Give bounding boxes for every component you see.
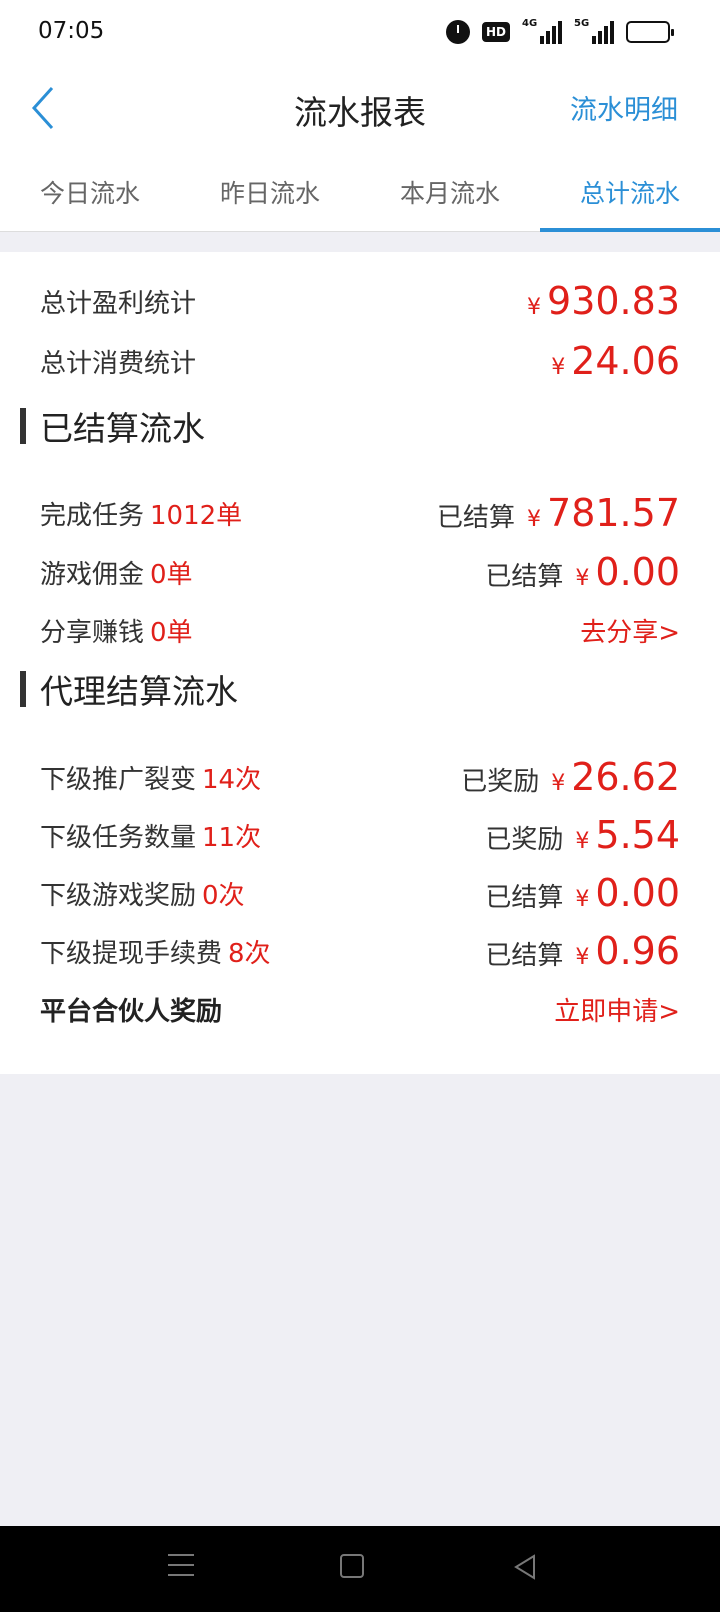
yen-symbol: ¥ — [551, 355, 566, 380]
row-label-text: 下级提现手续费 — [40, 938, 223, 969]
partner-label: 平台合伙人奖励 — [40, 996, 223, 1027]
row-amount: 0.00 — [595, 550, 680, 594]
row-label: 完成任务 1012单 — [40, 495, 242, 532]
tab-today[interactable]: 今日流水 — [0, 150, 180, 231]
list-item: 分享赚钱 0单 去分享> — [40, 605, 680, 655]
tab-bar: 今日流水 昨日流水 本月流水 总计流水 — [0, 150, 720, 232]
header-bar: 流水报表 流水明细 — [0, 66, 720, 150]
share-link[interactable]: 去分享> — [580, 612, 680, 649]
profit-row: 总计盈利统计 ¥ 930.83 — [40, 276, 680, 326]
home-icon[interactable] — [340, 1554, 364, 1578]
tab-this-month[interactable]: 本月流水 — [360, 150, 540, 231]
yen-symbol: ¥ — [575, 945, 590, 970]
row-status: 已结算 — [485, 562, 564, 592]
profit-amount: 930.83 — [547, 279, 680, 323]
section-marker — [20, 408, 26, 444]
report-card: 总计盈利统计 ¥ 930.83 总计消费统计 ¥ 24.06 已结算流水 完成任… — [0, 252, 720, 1074]
row-label-text: 下级任务数量 — [40, 822, 197, 853]
yen-symbol: ¥ — [575, 566, 590, 591]
apply-now-link[interactable]: 立即申请> — [554, 991, 680, 1028]
row-label-text: 完成任务 — [40, 500, 145, 531]
row-amount: 0.96 — [595, 929, 680, 973]
settled-title: 已结算流水 — [40, 409, 205, 448]
row-label-text: 分享赚钱 — [40, 617, 145, 648]
battery-icon — [626, 21, 674, 43]
row-count: 0单 — [150, 617, 193, 648]
row-label: 分享赚钱 0单 — [40, 612, 193, 649]
alarm-icon — [445, 20, 470, 44]
signal-5g-label: 5G — [574, 18, 590, 29]
list-item: 完成任务 1012单 已结算 ¥ 781.57 — [40, 488, 680, 538]
settled-section-title: 已结算流水 — [20, 405, 205, 448]
row-label: 游戏佣金 0单 — [40, 554, 193, 591]
consume-label: 总计消费统计 — [40, 348, 197, 379]
list-item: 下级游戏奖励 0次 已结算 ¥ 0.00 — [40, 868, 680, 918]
list-item: 下级任务数量 11次 已奖励 ¥ 5.54 — [40, 810, 680, 860]
tab-yesterday[interactable]: 昨日流水 — [180, 150, 360, 231]
system-nav-bar — [0, 1526, 720, 1612]
signal-5g-icon: 5G — [574, 18, 614, 44]
row-amount: 5.54 — [595, 813, 680, 857]
row-count: 8次 — [228, 938, 271, 969]
section-marker — [20, 671, 26, 707]
row-count: 1012单 — [150, 500, 243, 531]
signal-4g-label: 4G — [522, 18, 538, 29]
status-icons: HD 4G 5G — [445, 18, 674, 44]
row-status: 已结算 — [485, 883, 564, 913]
row-amount: 26.62 — [571, 755, 680, 799]
consume-amount: 24.06 — [571, 339, 680, 383]
hd-icon: HD — [481, 22, 510, 42]
row-label: 下级游戏奖励 0次 — [40, 875, 245, 912]
row-status: 已结算 — [437, 503, 516, 533]
row-amount: 0.00 — [595, 871, 680, 915]
status-bar: 07:05 HD 4G 5G — [0, 0, 720, 66]
list-item: 下级提现手续费 8次 已结算 ¥ 0.96 — [40, 926, 680, 976]
row-label: 下级任务数量 11次 — [40, 817, 261, 854]
row-amount: 781.57 — [547, 491, 680, 535]
row-count: 14次 — [202, 764, 262, 795]
partner-row: 平台合伙人奖励 立即申请> — [40, 984, 680, 1034]
yen-symbol: ¥ — [551, 771, 566, 796]
row-count: 0单 — [150, 559, 193, 590]
row-count: 11次 — [202, 822, 262, 853]
row-label: 下级提现手续费 8次 — [40, 933, 271, 970]
yen-symbol: ¥ — [575, 829, 590, 854]
row-count: 0次 — [202, 880, 245, 911]
row-label-text: 游戏佣金 — [40, 559, 145, 590]
profit-label: 总计盈利统计 — [40, 288, 197, 319]
list-item: 下级推广裂变 14次 已奖励 ¥ 26.62 — [40, 752, 680, 802]
row-status: 已结算 — [485, 941, 564, 971]
consume-row: 总计消费统计 ¥ 24.06 — [40, 336, 680, 386]
flow-detail-link[interactable]: 流水明细 — [570, 88, 678, 127]
row-status: 已奖励 — [461, 767, 540, 797]
signal-4g-icon: 4G — [522, 18, 562, 44]
yen-symbol: ¥ — [527, 295, 542, 320]
row-label-text: 下级游戏奖励 — [40, 880, 197, 911]
row-status: 已奖励 — [485, 825, 564, 855]
row-label: 下级推广裂变 14次 — [40, 759, 261, 796]
row-label-text: 下级推广裂变 — [40, 764, 197, 795]
agent-section-title: 代理结算流水 — [20, 668, 238, 711]
list-item: 游戏佣金 0单 已结算 ¥ 0.00 — [40, 547, 680, 597]
tab-total[interactable]: 总计流水 — [540, 150, 720, 232]
yen-symbol: ¥ — [575, 887, 590, 912]
back-triangle-icon[interactable] — [512, 1554, 538, 1580]
menu-icon[interactable] — [168, 1554, 194, 1578]
status-time: 07:05 — [38, 18, 105, 44]
yen-symbol: ¥ — [527, 507, 542, 532]
agent-title: 代理结算流水 — [40, 672, 238, 711]
